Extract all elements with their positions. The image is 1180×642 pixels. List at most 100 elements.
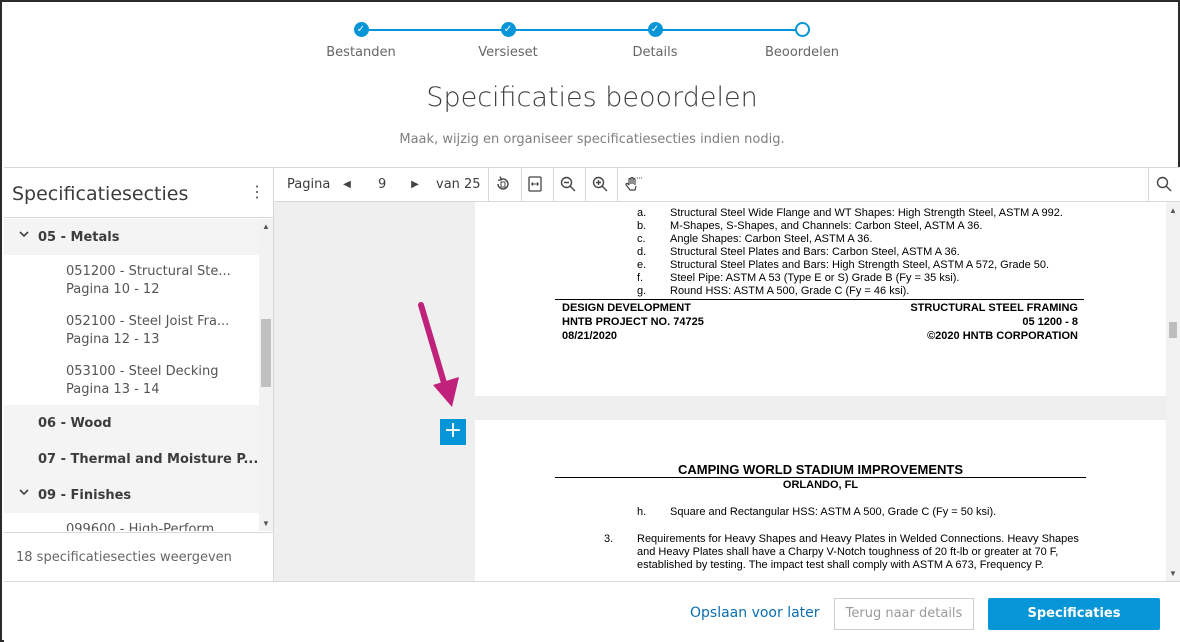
item-key: g. xyxy=(637,285,647,297)
section-pages: Pagina 10 - 12 xyxy=(66,282,160,297)
item-text: Structural Steel Plates and Bars: Carbon… xyxy=(670,246,960,258)
step-bestanden[interactable]: ✓ Bestanden xyxy=(291,22,431,60)
section-name: 053100 - Steel Decking xyxy=(66,364,219,379)
item-key: b. xyxy=(637,220,647,232)
add-section-button[interactable]: + xyxy=(440,419,466,445)
scroll-down-icon[interactable]: ▼ xyxy=(1166,569,1180,578)
document-page: a. Structural Steel Wide Flange and WT Sh… xyxy=(475,202,1166,396)
doc-heading: CAMPING WORLD STADIUM IMPROVEMENTS xyxy=(677,462,964,477)
group-05-metals[interactable]: 05 - Metals xyxy=(4,219,259,255)
divider xyxy=(521,168,522,202)
panel-header: Specificatiesecties ⋮ xyxy=(4,168,273,218)
footer-left-line: HNTB PROJECT NO. 74725 xyxy=(562,316,704,328)
page-title: Specificaties beoordelen xyxy=(426,82,758,113)
item-text: Steel Pipe: ASTM A 53 (Type E or S) Grad… xyxy=(670,272,960,284)
check-icon: ✓ xyxy=(647,22,663,37)
scrollbar-thumb[interactable] xyxy=(261,319,271,387)
item-text: Structural Steel Plates and Bars: High S… xyxy=(670,259,1050,271)
back-to-details-button[interactable]: Terug naar details xyxy=(834,598,974,630)
divider xyxy=(488,168,489,202)
viewer-scrollbar[interactable]: ▲ ▼ xyxy=(1166,202,1180,582)
pan-hand-icon[interactable] xyxy=(623,175,643,195)
group-07-thermal[interactable]: 07 - Thermal and Moisture P... xyxy=(4,441,259,477)
section-item-052100[interactable]: 052100 - Steel Joist Fra... Pagina 12 - … xyxy=(4,305,259,355)
step-versieset[interactable]: ✓ Versieset xyxy=(438,22,578,60)
divider xyxy=(617,168,618,202)
viewer-toolbar: Pagina ◀ 9 ▶ van 25 xyxy=(274,168,1180,202)
divider xyxy=(1148,168,1149,202)
next-page-icon[interactable]: ▶ xyxy=(405,175,425,195)
item-key: a. xyxy=(637,207,647,219)
divider xyxy=(553,168,554,202)
step-label: Beoordelen xyxy=(764,45,840,60)
zoom-in-icon[interactable] xyxy=(590,175,610,195)
step-label: Bestanden xyxy=(326,45,396,60)
footer-rule xyxy=(555,299,1084,300)
scroll-down-icon[interactable]: ▼ xyxy=(259,519,273,528)
step-details[interactable]: ✓ Details xyxy=(585,22,725,60)
group-09-finishes[interactable]: 09 - Finishes xyxy=(4,477,259,513)
group-label: 06 - Wood xyxy=(38,416,112,431)
group-06-wood[interactable]: 06 - Wood xyxy=(4,405,259,441)
prev-page-icon[interactable]: ◀ xyxy=(337,175,357,195)
item-key: e. xyxy=(637,259,647,271)
page-total: van 25 xyxy=(436,177,481,192)
search-icon[interactable] xyxy=(1154,175,1174,195)
wizard-stepper: ✓ Bestanden ✓ Versieset ✓ Details Beoord… xyxy=(2,16,1180,66)
save-for-later-button[interactable]: Opslaan voor later xyxy=(690,605,820,621)
doc-subheading: ORLANDO, FL xyxy=(782,479,859,491)
chevron-down-icon[interactable] xyxy=(18,228,30,243)
footer-left-line: 08/21/2020 xyxy=(562,330,618,342)
section-item-053100[interactable]: 053100 - Steel Decking Pagina 13 - 14 xyxy=(4,355,259,405)
scrollbar-thumb[interactable] xyxy=(1169,322,1177,338)
scroll-up-icon[interactable]: ▲ xyxy=(259,222,273,231)
item-text: Structural Steel Wide Flange and WT Shap… xyxy=(670,207,1063,219)
rotate-icon[interactable] xyxy=(493,175,513,195)
item-key: h. xyxy=(637,506,647,518)
panel-footer: 18 specificatiesecties weergeven xyxy=(4,532,273,582)
page-label: Pagina xyxy=(287,177,331,192)
footer-right-line: 05 1200 - 8 xyxy=(1022,316,1078,328)
item-text: Round HSS: ASTM A 500, Grade C (Fy = 46 … xyxy=(670,285,910,297)
scroll-up-icon[interactable]: ▲ xyxy=(1166,206,1180,215)
step-label: Versieset xyxy=(478,45,538,60)
pointer-arrow-icon xyxy=(418,302,459,407)
footer-right-line: STRUCTURAL STEEL FRAMING xyxy=(910,302,1078,314)
item-text: M-Shapes, S-Shapes, and Channels: Carbon… xyxy=(670,220,983,232)
group-label: 07 - Thermal and Moisture P... xyxy=(38,452,259,467)
check-icon: ✓ xyxy=(353,22,369,37)
section-item-099600[interactable]: 099600 - High-Perform... xyxy=(4,513,259,531)
spec-sections-panel: Specificatiesecties ⋮ 05 - Metals 051200… xyxy=(4,167,274,582)
item-key: d. xyxy=(637,246,647,258)
fit-width-icon[interactable] xyxy=(525,175,545,195)
app-window: ✓ Bestanden ✓ Versieset ✓ Details Beoord… xyxy=(0,0,1180,642)
section-name: 099600 - High-Perform... xyxy=(66,522,227,531)
page-subtitle: Maak, wijzig en organiseer specificaties… xyxy=(399,132,785,147)
current-step-icon xyxy=(794,22,810,37)
section-count: 18 specificatiesecties weergeven xyxy=(16,550,232,565)
section-pages: Pagina 13 - 14 xyxy=(66,382,160,397)
section-list: 05 - Metals 051200 - Structural Ste... P… xyxy=(4,219,259,531)
paragraph-number: 3. xyxy=(604,533,614,545)
section-pages: Pagina 12 - 13 xyxy=(66,332,160,347)
section-name: 052100 - Steel Joist Fra... xyxy=(66,314,230,329)
paragraph-line: established by testing. The impact test … xyxy=(637,559,1044,571)
zoom-out-icon[interactable] xyxy=(558,175,578,195)
chevron-down-icon[interactable] xyxy=(18,486,30,501)
heading-rule xyxy=(555,477,1086,478)
divider xyxy=(585,168,586,202)
wizard-footer: Opslaan voor later Terug naar details Sp… xyxy=(4,581,1180,642)
more-options-icon[interactable]: ⋮ xyxy=(249,184,265,204)
publish-specs-button[interactable]: Specificaties publiceren xyxy=(988,598,1160,642)
paragraph-line: Requirements for Heavy Shapes and Heavy … xyxy=(637,533,1079,545)
step-label: Details xyxy=(632,45,678,60)
item-text: Square and Rectangular HSS: ASTM A 500, … xyxy=(670,506,997,518)
sidebar-scrollbar[interactable]: ▲ ▼ xyxy=(259,219,273,531)
check-icon: ✓ xyxy=(500,22,516,37)
group-label: 09 - Finishes xyxy=(38,488,132,503)
paragraph-line: and Heavy Plates shall have a Charpy V-N… xyxy=(637,546,1059,558)
document-page: CAMPING WORLD STADIUM IMPROVEMENTS ORLAN… xyxy=(475,420,1166,582)
page-number-input[interactable]: 9 xyxy=(378,168,386,202)
panel-title: Specificatiesecties xyxy=(12,183,189,205)
section-item-051200[interactable]: 051200 - Structural Ste... Pagina 10 - 1… xyxy=(4,255,259,305)
